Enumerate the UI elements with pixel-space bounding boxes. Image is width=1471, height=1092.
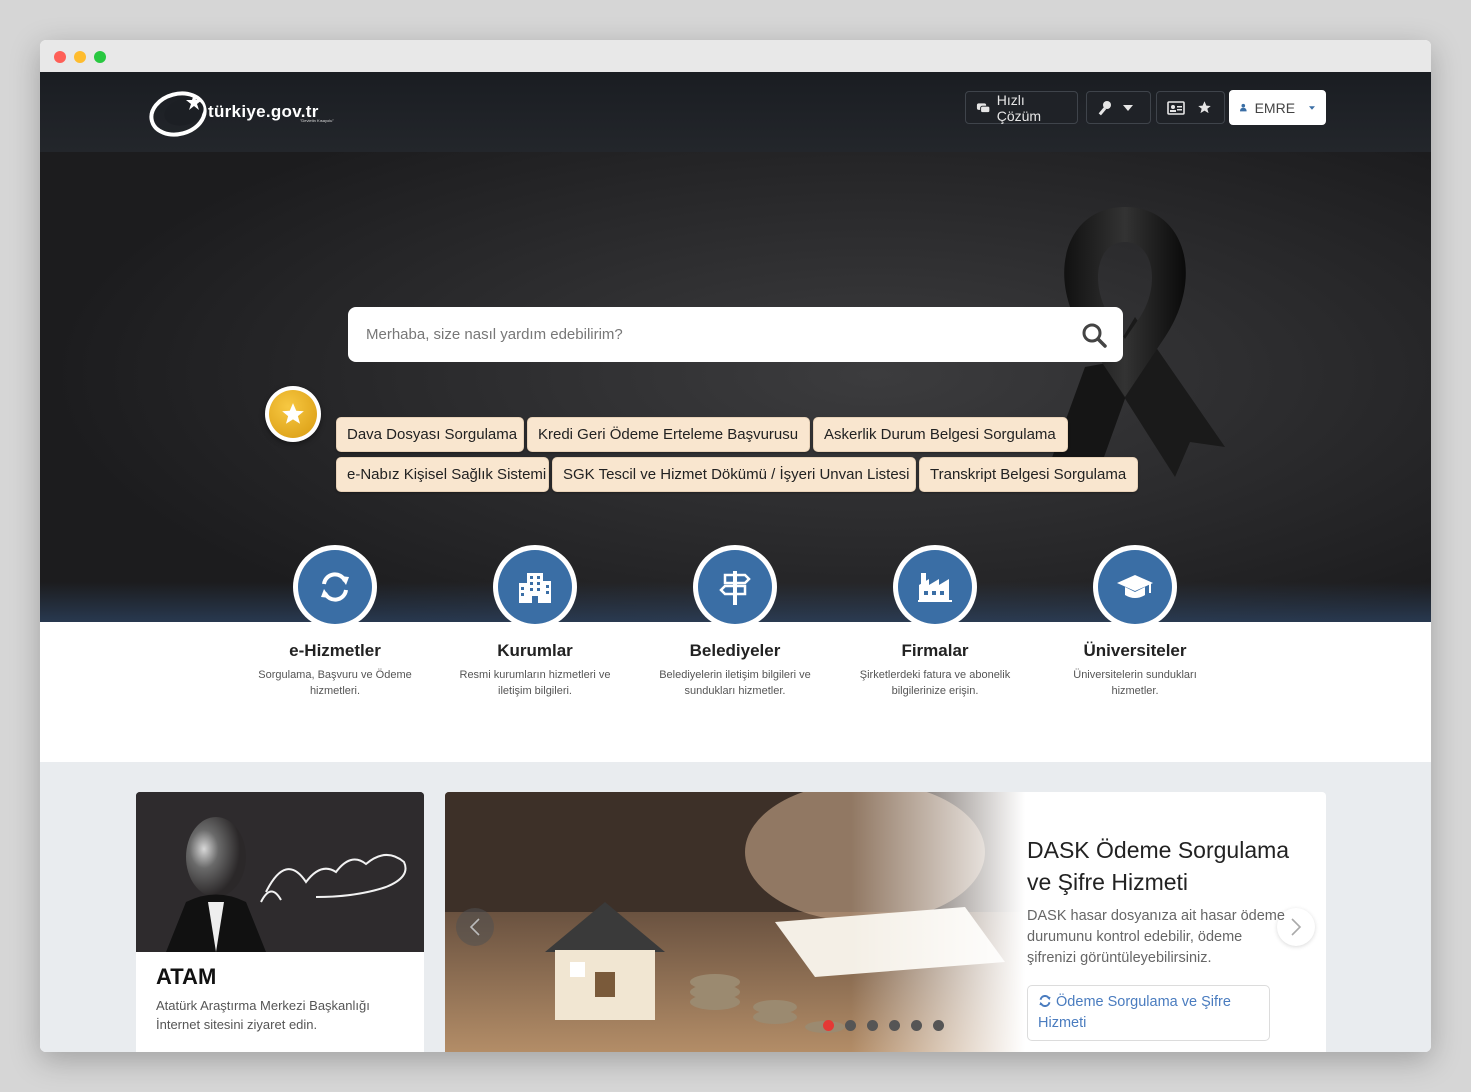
top-navbar: türkiye.gov.tr "Devletin Kısayolu" Hızlı… [40, 72, 1431, 152]
category-e-hizmetler[interactable]: e-Hizmetler Sorgulama, Başvuru ve Ödeme … [235, 545, 435, 699]
atam-title: ATAM [156, 964, 217, 989]
slide-description: DASK hasar dosyanıza ait hasar ödeme dur… [1027, 908, 1285, 966]
star-icon[interactable] [1197, 100, 1212, 115]
search-input[interactable] [364, 325, 1081, 344]
slider-dot[interactable] [911, 1020, 922, 1031]
refresh-icon [1039, 994, 1051, 1008]
category-kurumlar[interactable]: Kurumlar Resmi kurumların hizmetleri ve … [435, 545, 635, 699]
minimize-window-button[interactable] [74, 51, 86, 63]
news-slider: DASK Ödeme Sorgulama ve Şifre Hizmeti DA… [445, 792, 1326, 1052]
slide-title: DASK Ödeme Sorgulama ve Şifre Hizmeti [1027, 837, 1290, 895]
identity-favorites-group[interactable] [1156, 91, 1225, 124]
caret-down-icon [1309, 105, 1315, 110]
slider-dot[interactable] [889, 1020, 900, 1031]
slide-service-link[interactable]: Ödeme Sorgulama ve Şifre Hizmeti [1027, 985, 1270, 1041]
signpost-icon [719, 571, 751, 605]
category-description: Üniversitelerin sundukları hizmetler. [1073, 669, 1197, 697]
building-icon [519, 573, 551, 603]
category-title: Üniversiteler [1083, 641, 1187, 660]
maximize-window-button[interactable] [94, 51, 106, 63]
slider-dot[interactable] [867, 1020, 878, 1031]
atam-description: Atatürk Araştırma Merkezi Başkanlığı İnt… [156, 998, 370, 1032]
id-card-icon [1167, 100, 1185, 115]
category-title: Kurumlar [497, 641, 573, 660]
slider-dot[interactable] [823, 1020, 834, 1031]
quick-solution-label: Hızlı Çözüm [996, 91, 1042, 124]
user-name: EMRE [1254, 99, 1296, 116]
window-titlebar [40, 40, 1431, 72]
user-icon [1240, 103, 1247, 112]
search-box [348, 307, 1123, 362]
slide-link-label: Ödeme Sorgulama ve Şifre Hizmeti [1038, 994, 1231, 1031]
key-icon [1098, 100, 1111, 115]
slider-prev-button[interactable] [456, 908, 494, 946]
refresh-icon [321, 572, 349, 602]
quick-solution-button[interactable]: Hızlı Çözüm [965, 91, 1078, 124]
slider-dot[interactable] [845, 1020, 856, 1031]
favorite-chip[interactable]: SGK Tescil ve Hizmet Dökümü / İşyeri Unv… [552, 457, 916, 492]
favorite-star-icon [269, 390, 317, 438]
favorite-chip[interactable]: Kredi Geri Ödeme Erteleme Başvurusu [527, 417, 810, 452]
factory-icon [918, 573, 952, 602]
site-logo[interactable]: türkiye.gov.tr "Devletin Kısayolu" [148, 86, 334, 138]
category-description: Şirketlerdeki fatura ve abonelik bilgile… [859, 669, 1011, 697]
atam-card[interactable]: ATAM Atatürk Araştırma Merkezi Başkanlığ… [136, 792, 424, 1052]
caret-down-icon [1123, 104, 1133, 111]
user-menu-button[interactable]: EMRE [1229, 90, 1326, 125]
house-coins-slide-image [445, 792, 1025, 1052]
close-window-button[interactable] [54, 51, 66, 63]
featured-section: ATAM Atatürk Araştırma Merkezi Başkanlığ… [40, 762, 1431, 1052]
login-options-dropdown[interactable] [1086, 91, 1151, 124]
category-description: Resmi kurumların hizmetleri ve iletişim … [459, 669, 611, 697]
category-title: Firmalar [901, 641, 969, 660]
favorite-chip[interactable]: Dava Dosyası Sorgulama [336, 417, 524, 452]
category-description: Sorgulama, Başvuru ve Ödeme hizmetleri. [258, 669, 412, 697]
category-title: Belediyeler [689, 641, 781, 660]
ataturk-portrait-image [136, 792, 424, 952]
category-belediyeler[interactable]: Belediyeler Belediyelerin iletişim bilgi… [635, 545, 835, 699]
slide-content: DASK Ödeme Sorgulama ve Şifre Hizmeti DA… [1027, 834, 1292, 1041]
hero-section: türkiye.gov.tr "Devletin Kısayolu" Hızlı… [40, 72, 1431, 622]
search-icon[interactable] [1081, 322, 1107, 348]
slider-dot[interactable] [933, 1020, 944, 1031]
slider-pagination [823, 1020, 944, 1031]
chevron-left-icon [469, 918, 480, 936]
category-description: Belediyelerin iletişim bilgileri ve sund… [659, 669, 811, 697]
logo-tagline: "Devletin Kısayolu" [300, 118, 334, 123]
graduation-cap-icon [1117, 575, 1153, 598]
favorite-chip[interactable]: Askerlik Durum Belgesi Sorgulama [813, 417, 1068, 452]
favorite-chip[interactable]: e-Nabız Kişisel Sağlık Sistemi [336, 457, 549, 492]
chat-bubbles-icon [976, 102, 991, 113]
favorite-chip[interactable]: Transkript Belgesi Sorgulama [919, 457, 1138, 492]
category-firmalar[interactable]: Firmalar Şirketlerdeki fatura ve aboneli… [835, 545, 1035, 699]
category-title: e-Hizmetler [289, 641, 381, 660]
favorites-star-badge [265, 386, 321, 442]
browser-window: türkiye.gov.tr "Devletin Kısayolu" Hızlı… [40, 40, 1431, 1052]
category-universiteler[interactable]: Üniversiteler Üniversitelerin sundukları… [1035, 545, 1235, 699]
